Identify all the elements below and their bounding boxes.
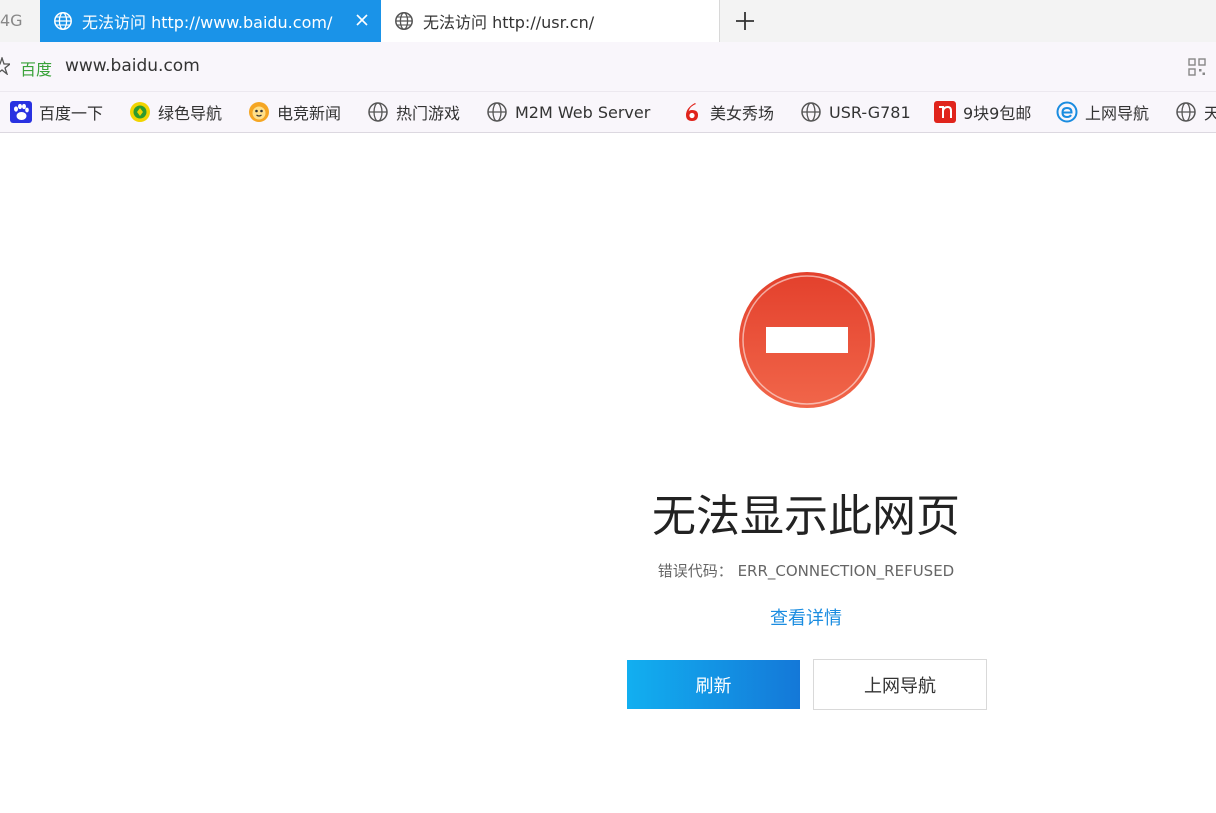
bookmark-item[interactable]: 百度一下: [10, 92, 103, 132]
tab-title: 无法访问 http://www.baidu.com/: [82, 13, 333, 32]
tab-partial-label: 4G: [0, 11, 23, 30]
bookmark-item[interactable]: 9块9包邮: [934, 92, 1031, 132]
tiger-face-icon: [249, 102, 269, 122]
red-nine-icon: [934, 101, 956, 123]
refresh-button[interactable]: 刷新: [627, 660, 800, 709]
globe-icon: [368, 102, 388, 122]
new-tab-icon[interactable]: [733, 9, 757, 33]
star-icon[interactable]: [0, 57, 10, 75]
web-navigation-button[interactable]: 上网导航: [813, 659, 987, 710]
tab-title: 无法访问 http://usr.cn/: [423, 13, 595, 32]
bookmark-item[interactable]: 美女秀场: [681, 92, 774, 132]
globe-icon: [801, 102, 821, 122]
site-badge: 百度: [20, 60, 53, 79]
bookmark-item[interactable]: M2M Web Server: [486, 92, 650, 132]
url-text[interactable]: www.baidu.com: [65, 56, 200, 76]
bookmark-item[interactable]: 电竞新闻: [248, 92, 341, 132]
address-bar[interactable]: 百度 www.baidu.com: [0, 42, 1216, 92]
tab-strip: 4G 无法访问 http://www.baidu.com/ 无法访问 http:…: [0, 0, 1216, 42]
bookmark-label: 天: [1204, 104, 1216, 123]
close-icon[interactable]: [353, 11, 371, 29]
bookmark-label: 百度一下: [39, 104, 104, 123]
tab-partial[interactable]: 4G: [0, 0, 40, 42]
globe-icon: [395, 12, 413, 30]
bookmark-item[interactable]: 天: [1175, 92, 1216, 132]
red-six-icon: [686, 103, 698, 121]
bookmark-label: 上网导航: [1085, 104, 1150, 123]
bookmarks-bar: 百度一下 绿色导航 电竞新闻 热门游戏 M2M Web Server 美女秀场 …: [0, 92, 1216, 133]
qr-code-icon[interactable]: [1188, 58, 1206, 76]
tab-inactive[interactable]: 无法访问 http://usr.cn/: [381, 0, 720, 42]
bookmark-item[interactable]: 上网导航: [1056, 92, 1149, 132]
error-code: 错误代码： ERR_CONNECTION_REFUSED: [606, 560, 1006, 581]
globe-icon: [487, 102, 507, 122]
bookmark-label: M2M Web Server: [515, 102, 651, 122]
stop-sign-icon: [739, 272, 875, 408]
bookmark-label: 电竞新闻: [277, 104, 342, 123]
bookmark-label: 美女秀场: [710, 104, 775, 123]
view-details-link[interactable]: 查看详情: [706, 604, 906, 630]
baidu-paw-icon: [10, 101, 32, 123]
bookmark-label: 热门游戏: [396, 104, 461, 123]
globe-icon: [1176, 102, 1196, 122]
bookmark-item[interactable]: 绿色导航: [129, 92, 222, 132]
tab-active[interactable]: 无法访问 http://www.baidu.com/: [40, 0, 381, 42]
green-nav-icon: [130, 102, 150, 122]
bookmark-item[interactable]: 热门游戏: [367, 92, 460, 132]
globe-icon: [54, 12, 72, 30]
error-code-label: 错误代码：: [657, 562, 733, 580]
ie-e-icon: [1056, 101, 1078, 123]
bookmark-label: 绿色导航: [158, 104, 223, 123]
error-title: 无法显示此网页: [652, 491, 960, 542]
bookmark-item[interactable]: USR-G781: [800, 92, 911, 132]
bookmark-label: USR-G781: [829, 102, 911, 122]
error-code-value: ERR_CONNECTION_REFUSED: [737, 562, 955, 580]
bookmark-label: 9块9包邮: [963, 104, 1032, 123]
